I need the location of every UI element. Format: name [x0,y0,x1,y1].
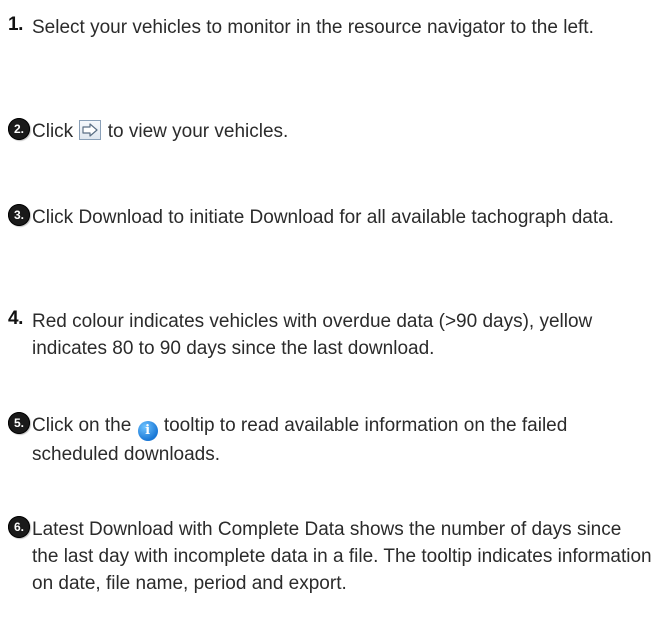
info-icon[interactable]: i [137,421,158,441]
step-1-text: Select your vehicles to monitor in the r… [32,17,594,38]
step-3-text: Click Download to initiate Download for … [32,207,614,228]
step-1-number: 1. [8,14,23,35]
step-2-text: Click to view your vehicles. [32,118,652,145]
step-2-text-before: Click [32,121,79,142]
step-4-number: 4. [8,308,23,329]
step-6-text: Latest Download with Complete Data shows… [32,519,652,594]
step-5-text-before: Click on the [32,415,137,436]
step-2-text-after: to view your vehicles. [102,121,289,142]
step-2-badge: 2. [8,118,30,140]
step-3-badge: 3. [8,204,30,226]
step-6-badge: 6. [8,516,30,538]
step-5-text: Click on the i tooltip to read available… [32,412,652,468]
step-5-badge: 5. [8,412,30,434]
step-4-text: Red colour indicates vehicles with overd… [32,311,593,359]
next-arrow-icon[interactable] [79,120,102,140]
